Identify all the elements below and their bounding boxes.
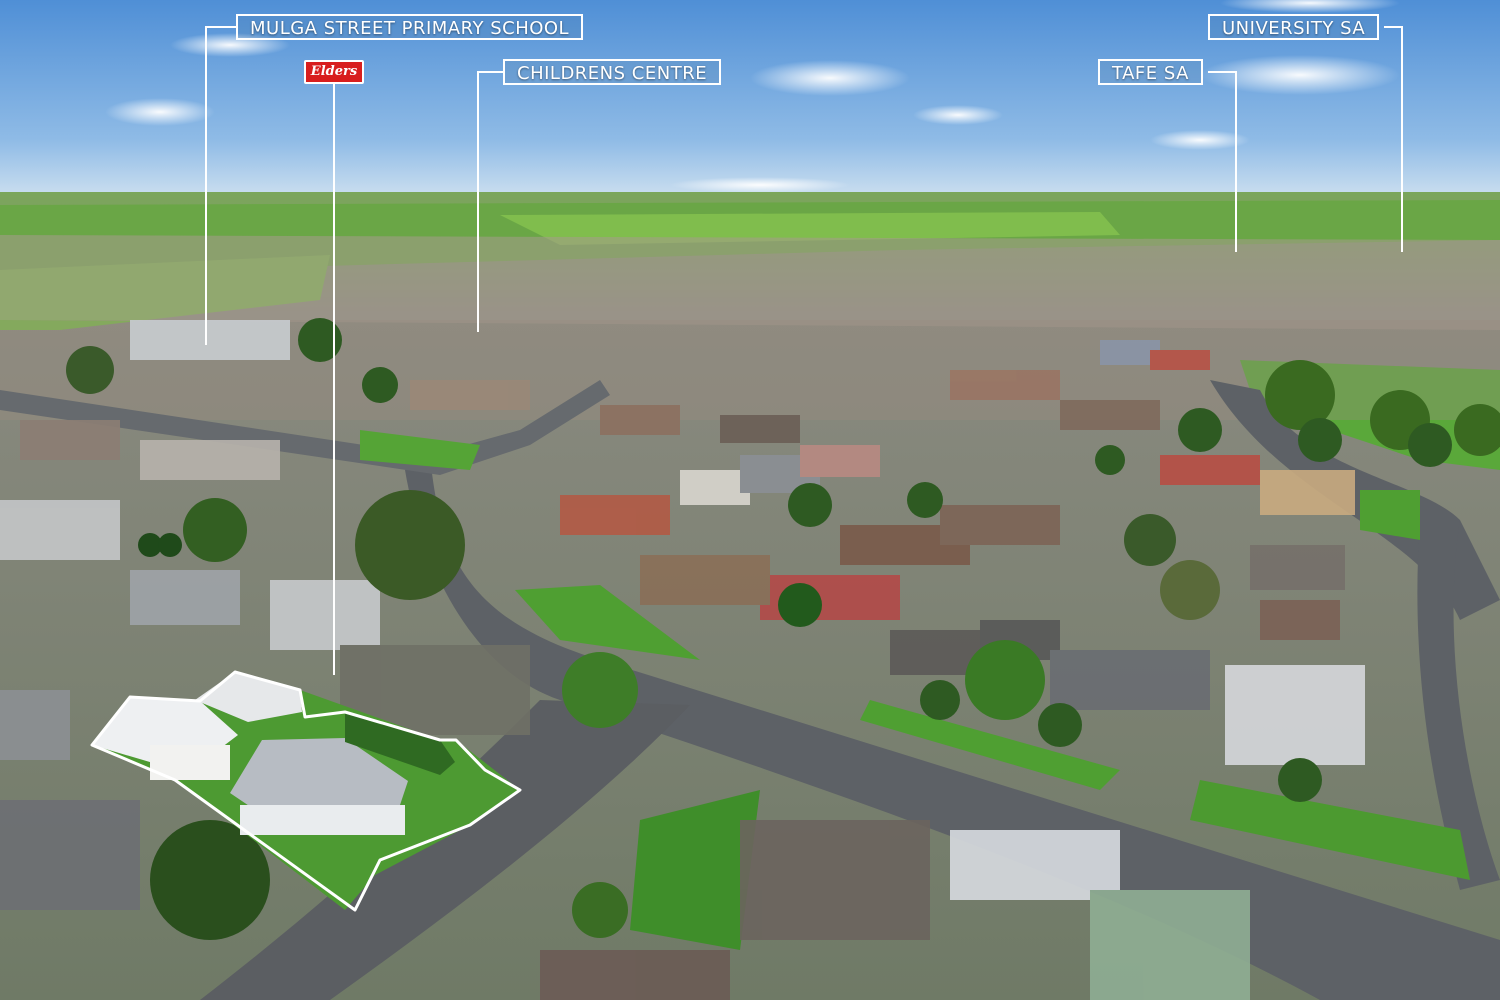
- elders-logo: Elders: [304, 60, 364, 84]
- aerial-photo: MULGA STREET PRIMARY SCHOOL CHILDRENS CE…: [0, 0, 1500, 1000]
- aerial-scene: [0, 0, 1500, 1000]
- cloud: [913, 105, 1003, 125]
- front-house-wall: [240, 805, 405, 835]
- callout-tafe: TAFE SA: [1098, 59, 1203, 85]
- callout-primary-school: MULGA STREET PRIMARY SCHOOL: [236, 14, 584, 40]
- cloud: [105, 98, 215, 126]
- cloud: [1200, 55, 1400, 95]
- callout-childrens-centre: CHILDRENS CENTRE: [503, 59, 722, 85]
- housing: [0, 235, 1500, 330]
- callout-university: UNIVERSITY SA: [1208, 14, 1380, 40]
- cloud: [750, 60, 910, 96]
- cloud: [670, 177, 850, 193]
